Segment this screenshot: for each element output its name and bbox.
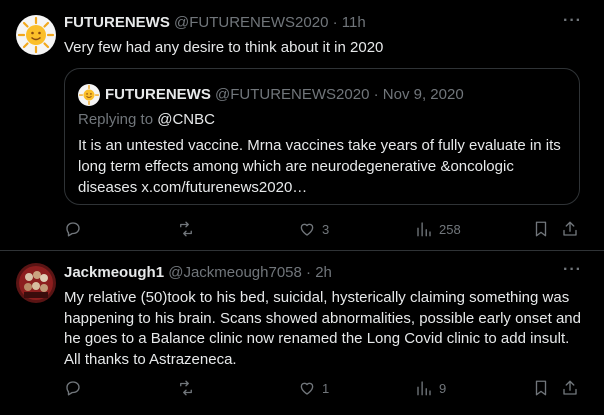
avatar[interactable] — [16, 15, 56, 55]
views-button[interactable]: 9 — [415, 378, 446, 398]
more-options-icon[interactable]: ··· — [563, 12, 582, 30]
like-count: 3 — [322, 221, 330, 237]
tweet[interactable]: Jackmeough1 @Jackmeough7058 · 2h ··· My … — [0, 251, 604, 415]
like-count: 1 — [322, 380, 330, 396]
tweet[interactable]: FUTURENEWS @FUTURENEWS2020 · 11h ··· Ver… — [0, 0, 604, 250]
tweet-header: FUTURENEWS @FUTURENEWS2020 · 11h — [64, 13, 366, 33]
user-handle[interactable]: @FUTURENEWS2020 — [174, 14, 328, 31]
retweet-button[interactable] — [177, 378, 201, 398]
reply-button[interactable] — [64, 219, 88, 239]
user-handle: @FUTURENEWS2020 — [215, 86, 370, 103]
action-bar: 1 9 — [64, 378, 584, 398]
share-icon — [563, 380, 577, 395]
tweet-text: My relative (50)took to his bed, suicida… — [64, 289, 581, 368]
views-count: 9 — [439, 380, 447, 396]
retweet-icon — [180, 380, 192, 396]
quoted-header: FUTURENEWS @FUTURENEWS2020 · Nov 9, 2020 — [105, 85, 464, 105]
share-button[interactable] — [561, 378, 579, 398]
like-button[interactable]: 1 — [298, 378, 329, 398]
bookmark-icon — [535, 221, 547, 237]
avatar — [78, 84, 100, 106]
bookmark-button[interactable] — [532, 378, 550, 398]
display-name[interactable]: Jackmeough1 — [64, 264, 164, 281]
views-icon — [417, 381, 431, 396]
bookmark-icon — [535, 380, 547, 396]
share-button[interactable] — [561, 219, 579, 239]
like-icon — [300, 382, 314, 395]
reply-icon — [66, 222, 80, 237]
retweet-button[interactable] — [177, 219, 201, 239]
retweet-icon — [180, 221, 192, 237]
views-button[interactable]: 258 — [415, 219, 461, 239]
like-icon — [300, 223, 314, 236]
views-count: 258 — [439, 221, 461, 237]
reply-icon — [66, 381, 80, 396]
timestamp: · Nov 9, 2020 — [373, 86, 464, 103]
quoted-text: It is an untested vaccine. Mrna vaccines… — [78, 137, 561, 196]
user-handle[interactable]: @Jackmeough7058 — [168, 264, 302, 281]
display-name[interactable]: FUTURENEWS — [64, 14, 170, 31]
sun-avatar-icon — [78, 84, 100, 106]
quoted-tweet[interactable]: FUTURENEWS @FUTURENEWS2020 · Nov 9, 2020… — [64, 68, 580, 205]
timestamp[interactable]: · 11h — [333, 14, 366, 31]
replying-to: Replying to @CNBC — [78, 110, 215, 130]
replying-to-label: Replying to — [78, 111, 158, 128]
reply-button[interactable] — [64, 378, 88, 398]
display-name: FUTURENEWS — [105, 86, 211, 103]
avatar[interactable] — [16, 263, 56, 303]
profile-photo-icon — [16, 263, 56, 303]
more-options-icon[interactable]: ··· — [563, 261, 582, 279]
views-icon — [417, 222, 431, 237]
share-icon — [563, 221, 577, 236]
tweet-header: Jackmeough1 @Jackmeough7058 · 2h — [64, 263, 332, 283]
replying-to-mention[interactable]: @CNBC — [157, 111, 215, 128]
sun-avatar-icon — [16, 15, 56, 55]
tweet-text: Very few had any desire to think about i… — [64, 39, 384, 56]
timestamp[interactable]: · 2h — [306, 264, 332, 281]
like-button[interactable]: 3 — [298, 219, 329, 239]
action-bar: 3 258 — [64, 219, 584, 239]
bookmark-button[interactable] — [532, 219, 550, 239]
